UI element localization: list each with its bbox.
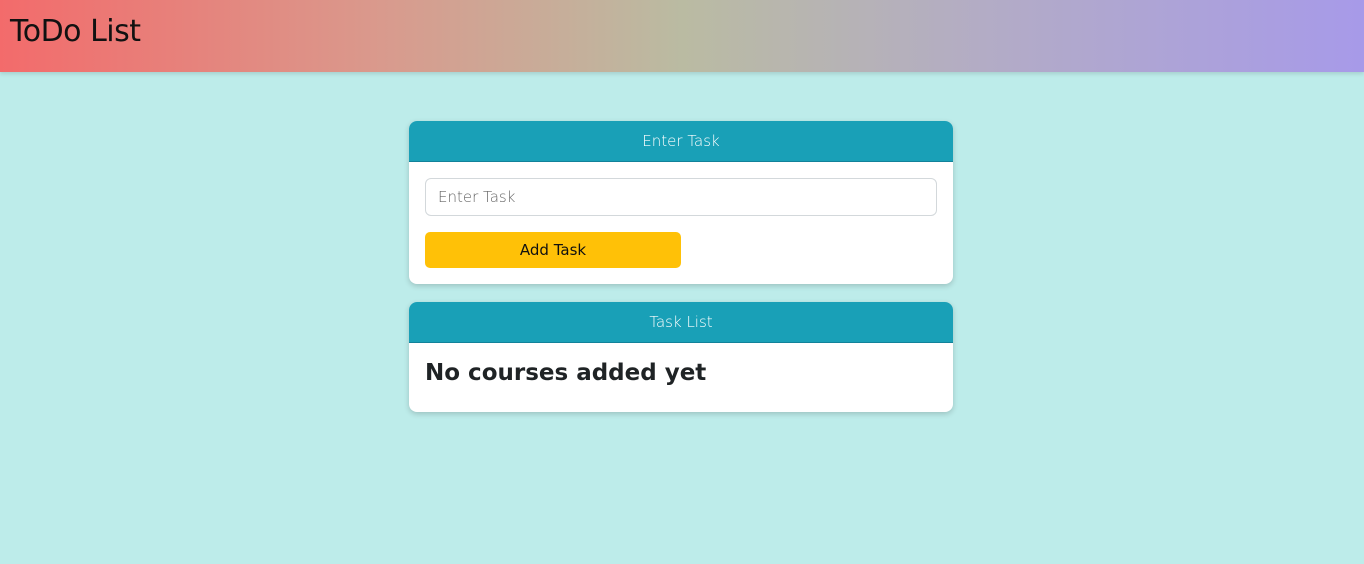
enter-task-card-header: Enter Task [409,121,953,162]
app-header: ToDo List [0,0,1364,72]
empty-task-list-message: No courses added yet [425,360,707,386]
enter-task-card: Enter Task Add Task [409,121,953,284]
task-input[interactable] [425,178,937,216]
add-task-button[interactable]: Add Task [425,232,681,268]
app-title: ToDo List [10,14,141,49]
task-list-card: Task List No courses added yet [409,302,953,412]
task-list-card-header: Task List [409,302,953,343]
